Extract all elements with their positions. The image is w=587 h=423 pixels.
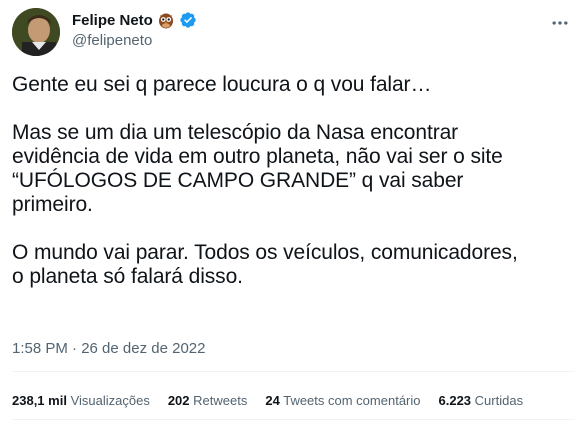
stat-likes[interactable]: 6.223 Curtidas: [439, 393, 524, 408]
stat-label: Visualizações: [70, 393, 150, 408]
tweet-line: “UFÓLOGOS DE CAMPO GRANDE” q vai saber: [12, 169, 464, 192]
stat-value: 238,1 mil: [12, 393, 67, 408]
stat-value: 202: [167, 393, 190, 408]
tweet-line: evidência de vida em outro planeta, não …: [12, 145, 503, 168]
tweet-text: Gente eu sei q parece loucura o q vou fa…: [12, 73, 575, 289]
stat-retweets[interactable]: 202 Retweets: [168, 393, 248, 408]
stat-label: Curtidas: [474, 393, 524, 408]
tweet-line: Gente eu sei q parece loucura o q vou fa…: [12, 73, 432, 96]
tweet-header: Felipe Neto @felipeneto: [12, 8, 575, 56]
name-row: Felipe Neto: [72, 11, 197, 29]
stat-views[interactable]: 238,1 mil Visualizações: [12, 393, 150, 408]
stat-label: Retweets: [193, 393, 248, 408]
tweet-line: primeiro.: [12, 193, 93, 216]
more-options-icon[interactable]: [545, 8, 575, 38]
divider: [12, 419, 575, 420]
tweet-timestamp[interactable]: 1:58 PM · 26 de dez de 2022: [12, 340, 205, 357]
tweet-line: o planeta só falará disso.: [12, 265, 243, 288]
divider: [12, 371, 575, 372]
verified-icon[interactable]: [179, 11, 197, 29]
owl-icon: [157, 11, 175, 29]
stat-value: 24: [265, 393, 280, 408]
display-name[interactable]: Felipe Neto: [72, 12, 153, 29]
avatar[interactable]: [12, 8, 60, 56]
tweet-line: Mas se um dia um telescópio da Nasa enco…: [12, 121, 459, 144]
handle[interactable]: @felipeneto: [72, 32, 152, 49]
stat-quote-tweets[interactable]: 24 Tweets com comentário: [265, 393, 420, 408]
stat-label: Tweets com comentário: [283, 393, 421, 408]
tweet-line: O mundo vai parar. Todos os veículos, co…: [12, 241, 518, 264]
tweet-stats: 238,1 mil Visualizações 202 Retweets 24 …: [12, 393, 523, 408]
stat-value: 6.223: [438, 393, 472, 408]
